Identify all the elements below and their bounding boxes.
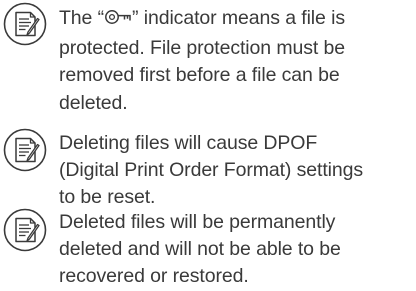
protect-key-icon (104, 7, 132, 35)
note-line: recovered or restored. (59, 265, 249, 288)
note-memo-icon (2, 1, 48, 47)
note-line: The “” indicator means a file is (59, 5, 414, 35)
note-line: protected. File protection must be (59, 37, 345, 60)
note-line: to be reset. (59, 186, 156, 209)
note-memo-icon (2, 127, 48, 173)
note-line: Deleted files will be permanently (59, 211, 336, 233)
note-line: Deleting files will cause DPOF (59, 132, 318, 154)
note-memo-icon (2, 207, 48, 253)
note-text: Deleting files will cause DPOF (Digital … (59, 130, 414, 212)
note-text: The “” indicator means a file is protect… (59, 5, 414, 117)
note-line: deleted and will not be able to be (59, 238, 341, 261)
note-line: removed first before a file can be (59, 64, 340, 87)
note-line: (Digital Print Order Format) settings (59, 159, 364, 182)
note-text: Deleted files will be permanently delete… (59, 209, 414, 291)
note-line: deleted. (59, 91, 128, 114)
